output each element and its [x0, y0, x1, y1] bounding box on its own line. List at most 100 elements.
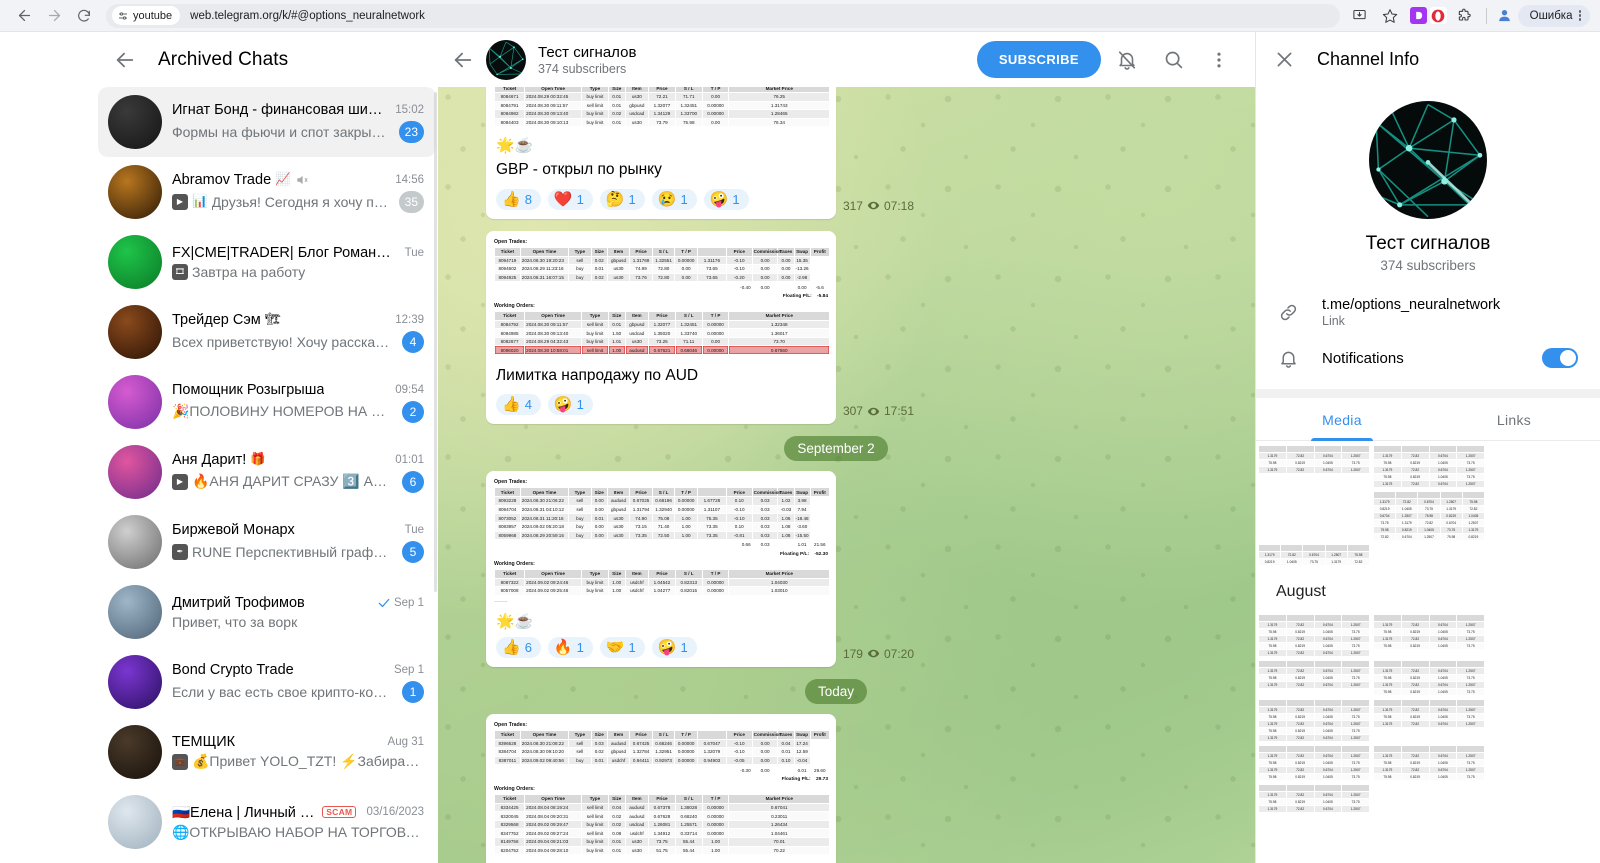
message-bubble[interactable]: Open Trades: Ticket Open Time Type Size Item P… — [486, 230, 836, 425]
media-thumbnail[interactable]: 1.3179 72.82 0.6704 1.2507 75.98 0.8219 1.0405… — [1373, 445, 1485, 488]
table-header-cell: Price — [725, 729, 753, 740]
browser-menu-icon[interactable] — [1576, 10, 1585, 21]
message-table-image: Open Trades: Ticket Open Time Type Size Item P… — [486, 471, 836, 608]
messages-area[interactable]: 80867532024.08.30 09:10:10sell0.02gbpusd… — [438, 87, 1255, 863]
chat-list-item[interactable]: Abramov Trade 📈 14:56 ▶ 📊 Друзья! Сегодня я х… — [98, 157, 436, 227]
media-thumbnail[interactable]: 1.3179 72.82 0.6704 1.2507 75.98 0.8219 1.0405… — [1373, 745, 1485, 781]
media-thumbnail[interactable]: 1.3179 72.82 0.6704 1.2507 75.98 0.8219 1.0405… — [1373, 491, 1485, 541]
reaction-chip[interactable]: 🤪 1 — [651, 636, 697, 658]
reload-button[interactable] — [70, 2, 98, 30]
reaction-chip[interactable]: 🔥 1 — [547, 636, 593, 658]
error-status-chip[interactable]: Ошибка — [1517, 4, 1590, 27]
media-thumbnail[interactable]: 1.3179 72.82 0.6704 1.2507 75.98 0.8219 1.0405… — [1258, 660, 1370, 696]
reaction-chip[interactable]: ❤️ 1 — [547, 188, 593, 210]
avatar[interactable] — [108, 305, 162, 359]
table-cell: gbpusd — [624, 100, 650, 111]
extension-icon-opera[interactable] — [1429, 7, 1447, 24]
table-row: 8094925 2024.08.31 16:07:15 buy 0.02 us30 73.… — [494, 272, 830, 283]
tab-links[interactable]: Links — [1428, 398, 1600, 440]
media-thumbnail[interactable]: 1.3179 72.82 0.6704 1.2507 75.98 0.8219 1.0405… — [1373, 699, 1485, 742]
avatar[interactable] — [108, 655, 162, 709]
chat-list-item[interactable]: Аня Дарит! 🎁 01:01 ▶ 🔥АНЯ ДАРИТ СРАЗУ 3️⃣ АВ… — [98, 437, 436, 507]
media-links-tabs[interactable]: Media Links — [1256, 398, 1600, 441]
extensions-puzzle-icon[interactable] — [1450, 2, 1478, 30]
media-grid-container[interactable]: 1.3179 72.82 0.6704 1.2507 75.98 0.8219 1.0405… — [1256, 441, 1600, 863]
chat-list-item[interactable]: Абрамов Трейд📈Aug 30🏞YOLO_TZT , ПОСЛЕДНЕ… — [98, 857, 436, 863]
media-thumbnail[interactable]: 1.3179 72.82 0.6704 1.2507 75.98 0.8219 1.0405… — [1258, 544, 1370, 566]
chat-list-item[interactable]: Игнат Бонд - финансовая шизофре… 15:02 Фор… — [98, 87, 436, 157]
reaction-chip[interactable]: 🤝 1 — [599, 636, 645, 658]
profile-avatar-icon[interactable] — [1495, 6, 1515, 26]
sidebar-scrollbar[interactable] — [434, 92, 437, 592]
channel-avatar[interactable] — [1369, 101, 1487, 219]
message-bubble[interactable]: Open Trades: Ticket Open Time Type Size Item P… — [486, 471, 836, 667]
chat-list-item[interactable]: Bond Crypto Trade Sep 1 Если у вас есть св… — [98, 647, 436, 717]
tab-media[interactable]: Media — [1256, 398, 1428, 440]
reaction-chip[interactable]: 🤪 1 — [703, 188, 749, 210]
avatar[interactable] — [108, 795, 162, 849]
star-icon[interactable] — [1376, 2, 1404, 30]
table-header-cell — [1285, 745, 1315, 753]
reactions-row[interactable]: 👍 6 🔥 1 🤝 1 🤪 1 — [486, 630, 836, 667]
chat-back-icon[interactable] — [452, 49, 474, 71]
chat-list-item[interactable]: Помощник Розыгрыша 09:54 🎉ПОЛОВИНУ НОМЕРОВ… — [98, 367, 436, 437]
media-thumbnail[interactable]: 1.3179 72.82 0.6704 1.2507 75.98 0.8219 1.0405… — [1258, 445, 1370, 488]
message-bubble[interactable]: Open Trades: Ticket Open Time Type Size Item P… — [486, 713, 836, 863]
sidebar-back-icon[interactable] — [114, 49, 136, 71]
media-thumbnail[interactable]: 1.3179 72.82 0.6704 1.2507 75.98 0.8219 1.0405… — [1373, 614, 1485, 657]
reaction-chip[interactable]: 🤔 1 — [599, 188, 645, 210]
chat-list-item[interactable]: Биржевой Монарх Tue ✒ RUNE Перспективный гр… — [98, 507, 436, 577]
install-app-icon[interactable] — [1346, 2, 1374, 30]
message-bubble[interactable]: 80867532024.08.30 09:10:10sell0.02gbpusd… — [486, 87, 836, 219]
forward-button[interactable] — [40, 2, 68, 30]
messages-scroll[interactable]: 80867532024.08.30 09:10:10sell0.02gbpusd… — [438, 87, 1255, 863]
search-icon[interactable] — [1153, 40, 1193, 80]
reaction-chip[interactable]: 👍 6 — [496, 636, 541, 658]
chat-item-name: ТЕМЩИК — [172, 734, 236, 750]
channel-name: Тест сигналов — [1365, 233, 1491, 254]
reaction-chip[interactable]: 👍 4 — [496, 394, 541, 416]
table-cell: 0.00 — [777, 255, 795, 266]
chat-avatar[interactable] — [486, 39, 526, 80]
media-thumbnail[interactable] — [1258, 491, 1370, 541]
avatar[interactable] — [108, 725, 162, 779]
avatar[interactable] — [108, 515, 162, 569]
table-header-cell: Ticket — [494, 487, 521, 498]
avatar[interactable] — [108, 375, 162, 429]
more-vertical-icon[interactable] — [1199, 40, 1239, 80]
media-thumbnail[interactable]: 1.3179 72.82 0.6704 1.2507 75.98 0.8219 1.0405… — [1258, 784, 1370, 813]
reaction-chip[interactable]: 🤪 1 — [547, 394, 593, 416]
reactions-row[interactable]: 👍 8 ❤️ 1 🤔 1 😢 1 🤪 1 — [486, 182, 836, 219]
media-thumbnail[interactable]: 1.3179 72.82 0.6704 1.2507 75.98 0.8219 1.0405… — [1373, 660, 1485, 696]
media-thumbnail[interactable]: 1.3179 72.82 0.6704 1.2507 75.98 0.8219 1.0405… — [1258, 699, 1370, 742]
notifications-toggle[interactable] — [1542, 348, 1578, 368]
address-bar[interactable]: youtube web.telegram.org/k/#@options_neu… — [106, 3, 1340, 28]
table-cell: 0.00 — [701, 117, 730, 128]
chat-list-item[interactable]: ТЕМЩИК Aug 31 💼 💰Привет YOLO_TZT! ⚡Забирай … — [98, 717, 436, 787]
media-thumbnail[interactable]: 1.3179 72.82 0.6704 1.2507 75.98 0.8219 1.0405… — [1258, 614, 1370, 657]
table-cell: 0.6704 — [1313, 635, 1343, 643]
chat-list-item[interactable]: 🇷🇺Елена | Личный блог!… SCAM 03/16/2023 🌐ОТ… — [98, 787, 436, 857]
subscribe-button[interactable]: SUBSCRIBE — [976, 41, 1101, 78]
avatar[interactable] — [108, 95, 162, 149]
avatar[interactable] — [108, 165, 162, 219]
chat-list-item[interactable]: Дмитрий Трофимов Sep 1 Привет, что за ворк — [98, 577, 436, 647]
chat-list[interactable]: Игнат Бонд - финансовая шизофре… 15:02 Фор… — [96, 87, 438, 863]
channel-link-row[interactable]: t.me/options_neuralnetwork Link — [1256, 289, 1600, 335]
avatar[interactable] — [108, 585, 162, 639]
extension-icon-d[interactable] — [1409, 7, 1427, 24]
media-thumbnail[interactable]: 1.3179 72.82 0.6704 1.2507 75.98 0.8219 1.0405… — [1258, 745, 1370, 781]
chat-list-item[interactable]: Трейдер Сэм 🏗 12:39 Всех приветствую! Хочу … — [98, 297, 436, 367]
reaction-chip[interactable]: 😢 1 — [651, 188, 697, 210]
back-button[interactable] — [10, 2, 38, 30]
avatar[interactable] — [108, 235, 162, 289]
media-thumbnail[interactable] — [1373, 544, 1485, 566]
reactions-row[interactable]: 👍 4 🤪 1 — [486, 387, 836, 424]
reaction-chip[interactable]: 👍 8 — [496, 188, 541, 210]
notifications-row[interactable]: Notifications — [1256, 335, 1600, 381]
site-permission-chip[interactable]: youtube — [112, 6, 181, 25]
avatar[interactable] — [108, 445, 162, 499]
close-icon[interactable] — [1274, 49, 1295, 70]
bell-muted-icon[interactable] — [1107, 40, 1147, 80]
chat-list-item[interactable]: FX|CME|TRADER| Блог Романа Анкуд… Tue 🎞Зав… — [98, 227, 436, 297]
